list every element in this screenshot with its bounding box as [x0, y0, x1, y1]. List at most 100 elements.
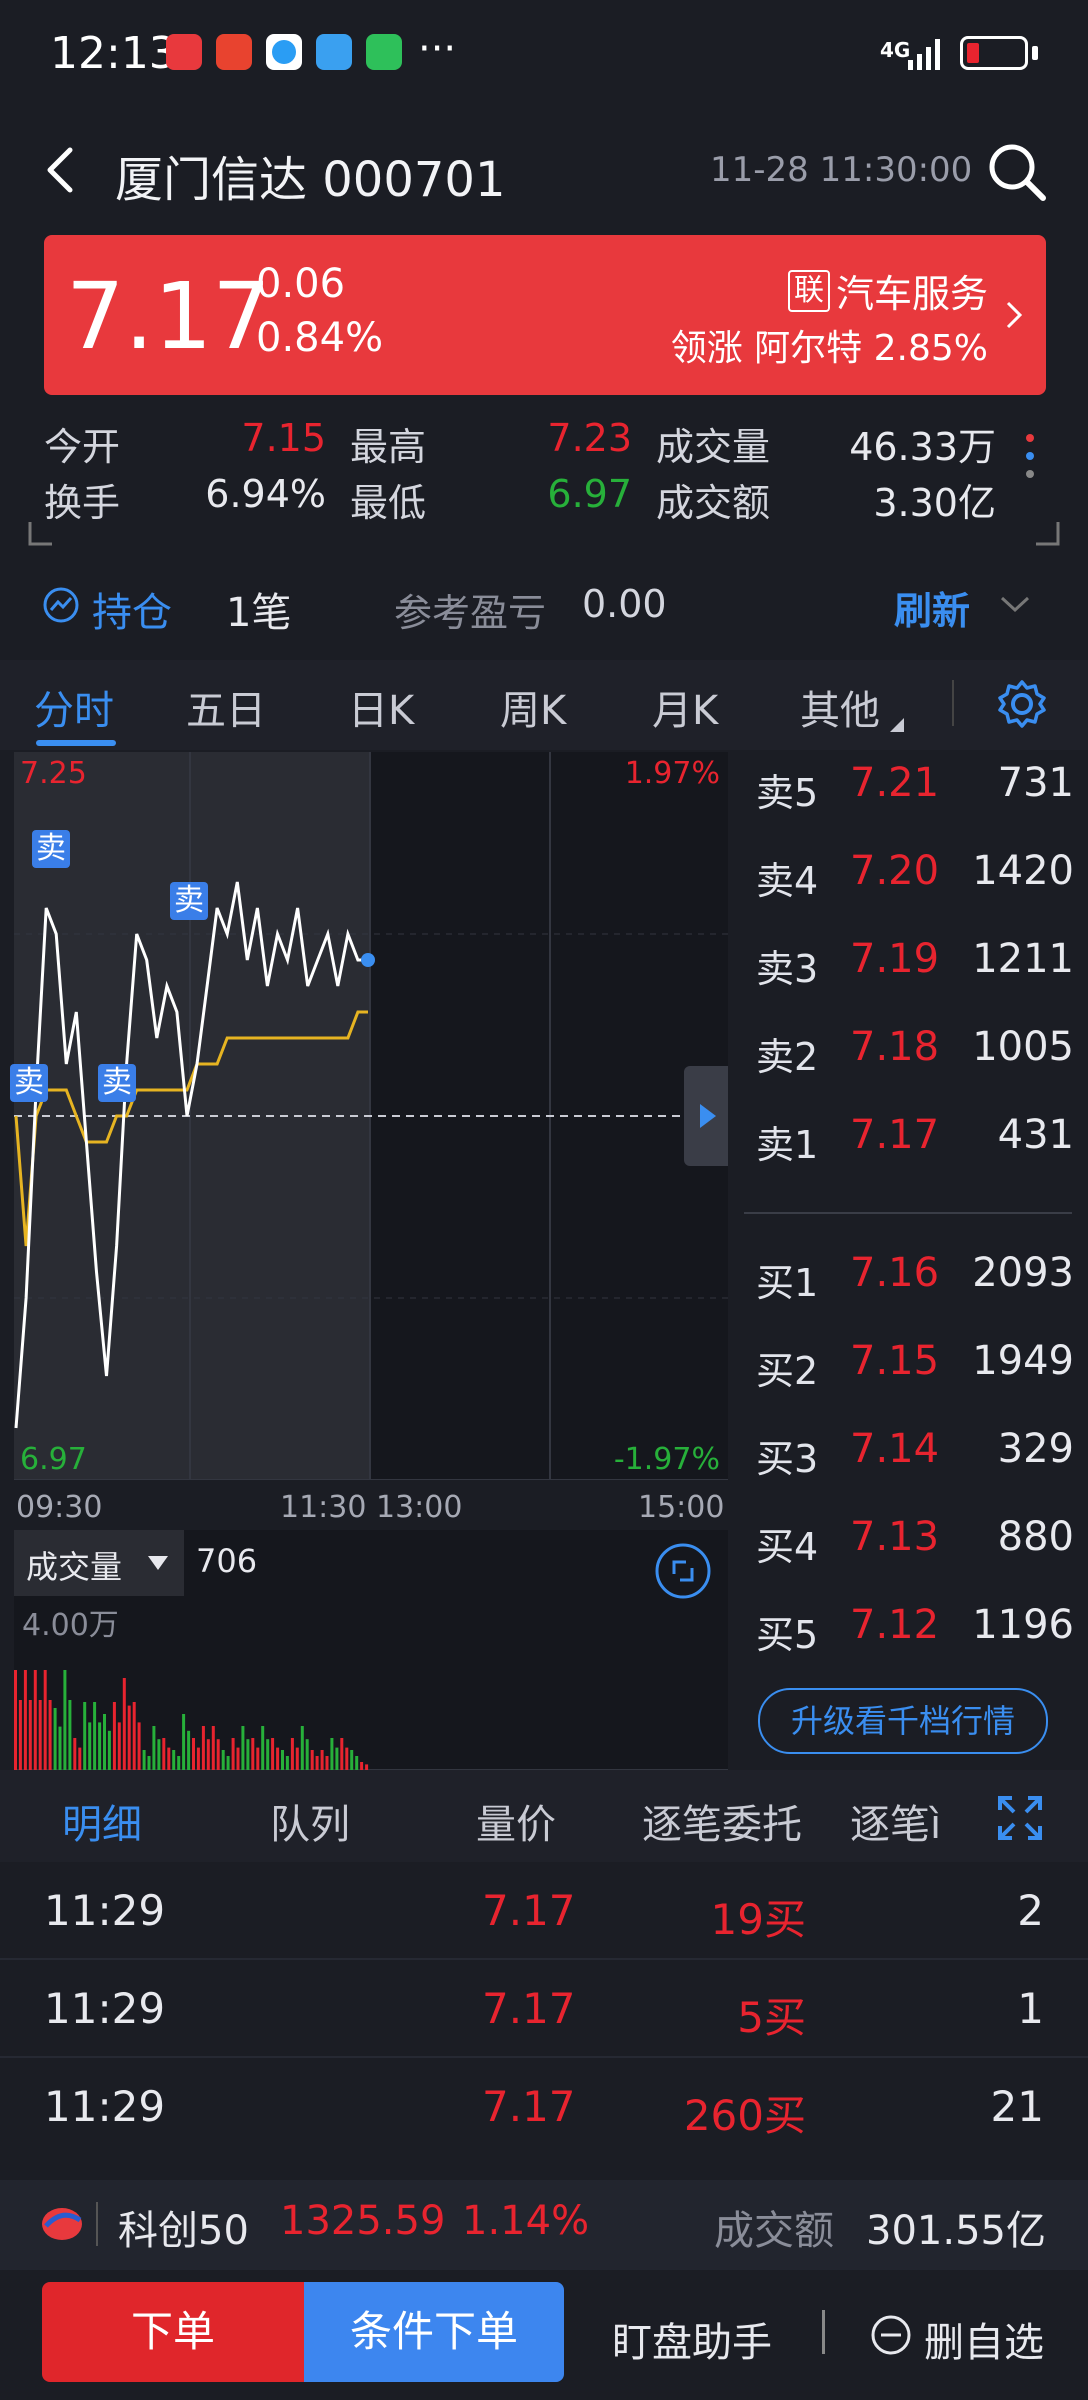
volume-bar: [68, 1700, 72, 1770]
volume-bar: [58, 1726, 62, 1770]
volume-bar: [14, 1670, 17, 1770]
sector-name: 汽车服务: [835, 272, 988, 316]
volume-bar: [182, 1714, 186, 1770]
volume-bar: [211, 1726, 215, 1770]
watch-assistant-button[interactable]: 盯盘助手: [612, 2310, 772, 2368]
search-icon[interactable]: [985, 140, 1049, 204]
volume-panel: 成交量 706 4.00万: [14, 1530, 728, 1770]
back-arrow-icon[interactable]: [40, 140, 80, 200]
intraday-chart[interactable]: 7.25 1.97% 6.97 -1.97% 卖 卖 卖 卖: [10, 752, 728, 1480]
holdings-label[interactable]: 持仓: [92, 580, 172, 638]
sector-link[interactable]: 联 汽车服务: [787, 263, 988, 318]
tab-volume-price[interactable]: 量价: [476, 1792, 556, 1850]
tab-weekly-k[interactable]: 周K: [500, 678, 566, 736]
sector-badge: 联: [787, 269, 830, 312]
time-label-midday: 11:30 13:00: [280, 1490, 463, 1525]
trade-price: 7.17: [482, 1886, 576, 1935]
volume-bar: [236, 1747, 240, 1770]
remove-watchlist-icon[interactable]: [870, 2314, 912, 2356]
volume-bar: [246, 1739, 250, 1770]
tab-divider: [952, 680, 954, 726]
ask-label: 卖5: [756, 771, 819, 815]
volume-bar: [325, 1756, 329, 1770]
volume-indicator-select[interactable]: 成交量: [14, 1530, 184, 1596]
ask-label: 卖3: [756, 947, 819, 991]
volume-bar: [226, 1756, 230, 1770]
sell-marker[interactable]: 卖: [170, 882, 208, 920]
volume-bar: [73, 1738, 77, 1770]
trade-time: 11:29: [44, 1984, 166, 2033]
tab-trade-by-trade[interactable]: 逐笔ì: [850, 1792, 958, 1850]
volume-bar: [335, 1747, 339, 1770]
volume-bar: [122, 1678, 126, 1770]
trade-time: 11:29: [44, 2082, 166, 2131]
price-banner[interactable]: 7.17 0.06 0.84% 联 汽车服务 领涨 阿尔特 2.85%: [44, 235, 1046, 395]
tab-detail[interactable]: 明细: [62, 1792, 142, 1850]
volume-bar: [93, 1702, 97, 1770]
tab-monthly-k[interactable]: 月K: [652, 678, 718, 736]
volume-value: 46.33万: [849, 425, 996, 469]
fullscreen-toggle-icon[interactable]: [654, 1542, 712, 1600]
price-change-pct: 0.84%: [256, 315, 384, 361]
volume-bar: [147, 1756, 151, 1770]
last-price-dot: [361, 953, 375, 967]
sell-marker[interactable]: 卖: [10, 1064, 48, 1102]
volume-bar: [221, 1750, 225, 1770]
expand-corner-right-icon[interactable]: [1032, 520, 1060, 548]
tab-queue[interactable]: 队列: [270, 1792, 350, 1850]
bid-volume: 2093: [972, 1250, 1074, 1296]
gear-icon[interactable]: [994, 676, 1050, 732]
chevron-down-icon[interactable]: [998, 594, 1032, 614]
volume-scale: 4.00万: [22, 1608, 119, 1643]
volume-bar: [276, 1747, 280, 1770]
index-logo-icon: [42, 2208, 82, 2240]
amount-value: 3.30亿: [873, 481, 996, 525]
pnl-value: 0.00: [582, 582, 667, 626]
volume-label: 成交量: [656, 425, 771, 469]
bid-volume: 1949: [972, 1338, 1074, 1384]
bid-volume: 880: [997, 1514, 1074, 1560]
action-divider: [822, 2310, 825, 2354]
volume-bar: [157, 1739, 161, 1770]
sell-marker[interactable]: 卖: [32, 830, 70, 868]
bid-volume: 329: [997, 1426, 1074, 1472]
bid-label: 买5: [756, 1613, 819, 1657]
index-amount-label: 成交额: [714, 2208, 834, 2254]
volume-bar: [231, 1738, 235, 1770]
battery-icon: [960, 36, 1028, 70]
sell-marker[interactable]: 卖: [98, 1064, 136, 1102]
tab-daily-k[interactable]: 日K: [348, 678, 414, 736]
play-right-icon: [700, 1104, 716, 1128]
more-stats-icon[interactable]: [1022, 428, 1038, 488]
time-label-close: 15:00: [638, 1490, 725, 1525]
upgrade-depth-button[interactable]: 升级看千档行情: [758, 1688, 1048, 1754]
orderbook-toggle-handle[interactable]: [684, 1066, 728, 1166]
volume-bar: [177, 1756, 181, 1770]
place-order-button[interactable]: 下单: [42, 2282, 304, 2382]
volume-bar: [33, 1670, 37, 1770]
bid-price: 7.15: [850, 1338, 940, 1384]
status-bar: 12:13 ··· 4G: [0, 0, 1088, 110]
trade-time: 11:29: [44, 1886, 166, 1935]
bid-label: 买2: [756, 1349, 819, 1393]
volume-bar: [48, 1700, 52, 1770]
tab-five-day[interactable]: 五日: [186, 678, 266, 736]
remove-watchlist-button[interactable]: 删自选: [924, 2310, 1044, 2368]
expand-icon[interactable]: [996, 1794, 1044, 1842]
volume-bar: [18, 1700, 22, 1770]
volume-bar: [78, 1747, 82, 1770]
high-value: 7.23: [547, 416, 632, 460]
volume-bar: [305, 1739, 309, 1770]
volume-bar: [310, 1750, 314, 1770]
tab-intraday[interactable]: 分时: [34, 678, 114, 736]
turnover-value: 6.94%: [205, 472, 326, 516]
status-clock: 12:13: [50, 28, 177, 79]
tab-other[interactable]: 其他: [800, 678, 880, 736]
stock-title: 厦门信达 000701: [115, 152, 506, 208]
volume-bar: [256, 1747, 260, 1770]
volume-bar: [112, 1702, 116, 1770]
refresh-button[interactable]: 刷新: [894, 580, 970, 635]
tab-order-by-order[interactable]: 逐笔委托: [642, 1792, 802, 1850]
conditional-order-button[interactable]: 条件下单: [304, 2282, 564, 2382]
index-ticker-bar[interactable]: 科创50 1325.59 1.14% 成交额 301.55亿: [0, 2180, 1088, 2270]
